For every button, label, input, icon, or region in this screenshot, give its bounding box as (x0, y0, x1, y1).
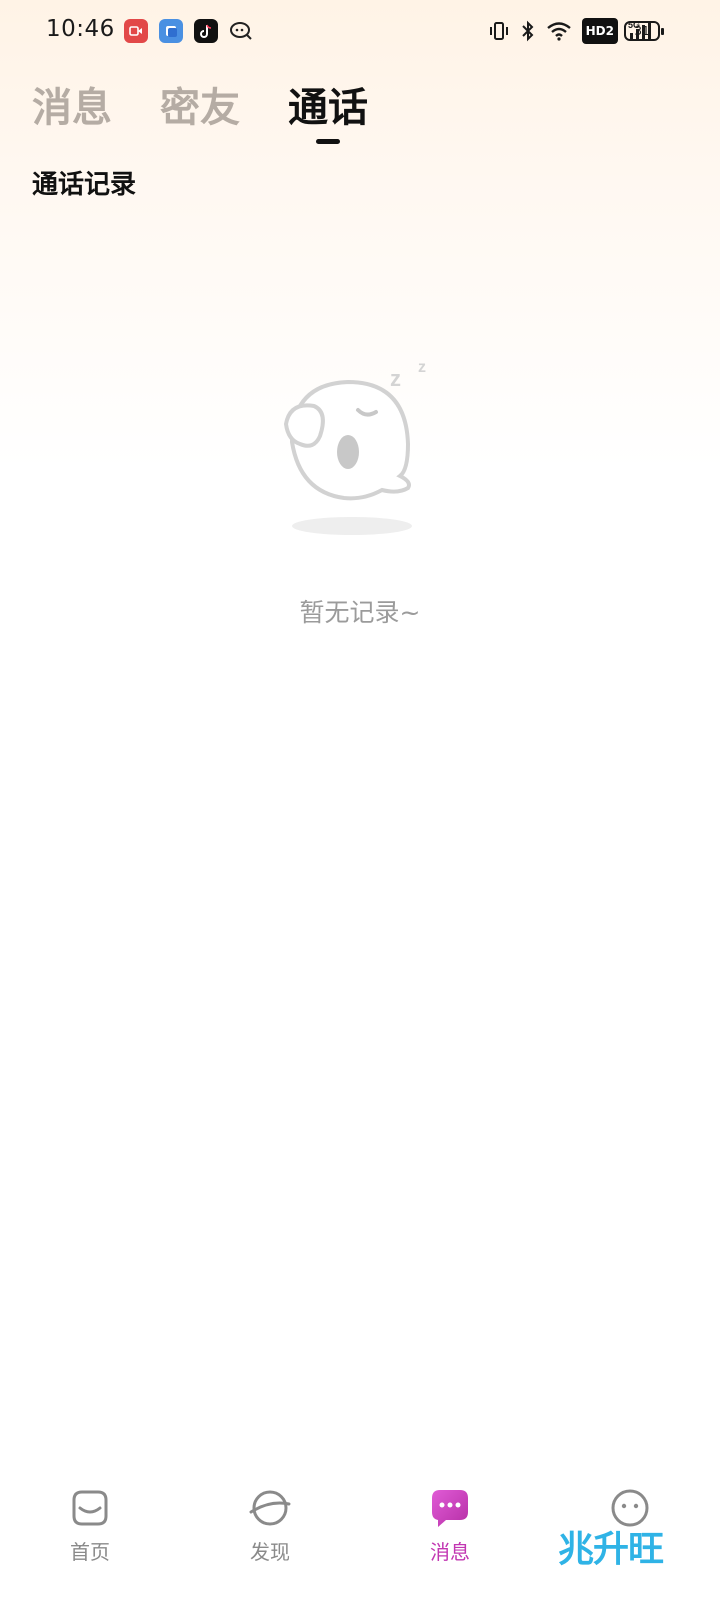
tab-calls[interactable]: 通话 (288, 82, 368, 144)
sleeping-ghost-icon: z z (270, 352, 450, 542)
tab-label: 密友 (160, 85, 240, 131)
svg-text:z: z (390, 366, 401, 391)
tab-messages[interactable]: 消息 (32, 82, 112, 134)
nav-label: 首页 (70, 1540, 110, 1564)
wifi-icon (546, 18, 572, 44)
blue-app-icon (159, 19, 183, 43)
tiktok-icon (194, 19, 218, 43)
battery-level: 31 (634, 24, 650, 38)
video-app-icon (124, 19, 148, 43)
vibrate-icon (488, 18, 510, 44)
status-bar: 10:46 HD2 5G 31 (0, 0, 720, 64)
chat-app-icon (229, 19, 253, 43)
nav-item-home[interactable]: 首页 (0, 1472, 180, 1600)
call-records-title: 通话记录 (32, 170, 137, 200)
tab-label: 消息 (32, 85, 112, 131)
nav-label: 消息 (430, 1540, 470, 1564)
tab-label: 通话 (288, 85, 368, 131)
bluetooth-icon (520, 18, 536, 44)
planet-icon (249, 1490, 291, 1526)
empty-state-message: 暂无记录~ (299, 598, 421, 627)
message-icon (432, 1490, 468, 1527)
hd-icon: HD2 (581, 18, 618, 44)
home-icon (72, 1490, 108, 1526)
message-tabs: 消息 密友 通话 (32, 82, 368, 144)
nav-item-messages[interactable]: 消息 (360, 1472, 540, 1600)
tab-active-indicator (316, 139, 340, 144)
status-time: 10:46 (46, 16, 115, 42)
battery-indicator: 31 (624, 21, 664, 41)
svg-text:z: z (418, 359, 426, 376)
watermark-logo: 兆升旺 (558, 1529, 664, 1570)
tab-close-friends[interactable]: 密友 (160, 82, 240, 134)
nav-label: 发现 (250, 1540, 290, 1564)
notification-icons (124, 19, 253, 43)
nav-item-discover[interactable]: 发现 (180, 1472, 360, 1600)
